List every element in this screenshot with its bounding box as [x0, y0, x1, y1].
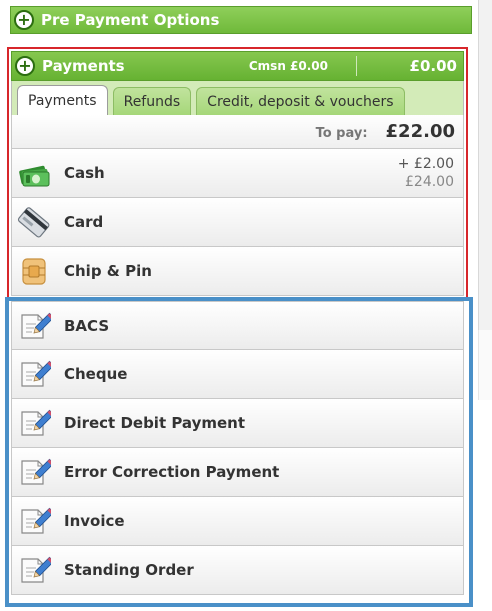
- pre-payment-options-label: Pre Payment Options: [41, 11, 220, 29]
- document-edit-icon: [17, 504, 55, 538]
- payment-method-invoice[interactable]: Invoice: [11, 497, 464, 546]
- payments-header[interactable]: + Payments Cmsn £0.00 £0.00: [11, 51, 464, 81]
- cash-total-amount: £24.00: [405, 174, 454, 190]
- payment-method-bacs[interactable]: BACS: [11, 301, 464, 350]
- chip-pin-label: Chip & Pin: [64, 262, 152, 280]
- cash-icon: [17, 156, 51, 190]
- to-pay-value: £22.00: [385, 121, 455, 142]
- pre-payment-options-bar[interactable]: + Pre Payment Options: [10, 6, 472, 34]
- direct-debit-label: Direct Debit Payment: [64, 414, 246, 432]
- card-icon: [17, 205, 51, 239]
- payment-method-cash[interactable]: Cash + £2.00 £24.00: [11, 149, 464, 198]
- document-edit-icon: [17, 357, 55, 391]
- payment-method-chip-pin[interactable]: Chip & Pin: [11, 247, 464, 296]
- right-gutter: [478, 0, 492, 330]
- payment-method-cheque[interactable]: Cheque: [11, 350, 464, 399]
- to-pay-label: To pay:: [315, 125, 368, 141]
- standing-order-label: Standing Order: [64, 561, 194, 579]
- payments-title: Payments: [42, 57, 125, 75]
- cash-amounts: + £2.00 £24.00: [398, 155, 463, 191]
- payment-method-error-correction[interactable]: Error Correction Payment: [11, 448, 464, 497]
- payment-method-standing-order[interactable]: Standing Order: [11, 546, 464, 595]
- payments-total: £0.00: [409, 57, 457, 75]
- payment-method-card[interactable]: Card: [11, 198, 464, 247]
- document-edit-icon: [17, 309, 55, 343]
- to-pay-row: To pay: £22.00: [11, 115, 464, 149]
- tab-credit-deposit-vouchers[interactable]: Credit, deposit & vouchers: [196, 87, 405, 115]
- error-correction-label: Error Correction Payment: [64, 463, 280, 481]
- chip-icon: [17, 254, 51, 288]
- payment-tabs: Payments Refunds Credit, deposit & vouch…: [11, 81, 464, 115]
- tab-payments[interactable]: Payments: [17, 85, 108, 115]
- bacs-label: BACS: [64, 316, 110, 335]
- cash-label: Cash: [64, 164, 105, 182]
- other-payment-methods: BACS Cheque Direct Debit Payment Error C…: [11, 301, 464, 595]
- tab-refunds[interactable]: Refunds: [112, 87, 192, 115]
- cheque-label: Cheque: [64, 365, 128, 383]
- commission-value: Cmsn £0.00: [248, 59, 328, 73]
- payment-method-direct-debit[interactable]: Direct Debit Payment: [11, 399, 464, 448]
- cash-added-amount: + £2.00: [397, 156, 454, 172]
- document-edit-icon: [17, 455, 55, 489]
- right-gutter-lower: [478, 330, 492, 400]
- payments-panel: + Payments Cmsn £0.00 £0.00 Payments Ref…: [11, 51, 464, 296]
- invoice-label: Invoice: [64, 512, 125, 530]
- card-label: Card: [64, 213, 104, 231]
- document-edit-icon: [17, 553, 55, 587]
- expand-plus-icon[interactable]: +: [14, 10, 34, 30]
- payments-plus-icon[interactable]: +: [15, 56, 35, 76]
- document-edit-icon: [17, 406, 55, 440]
